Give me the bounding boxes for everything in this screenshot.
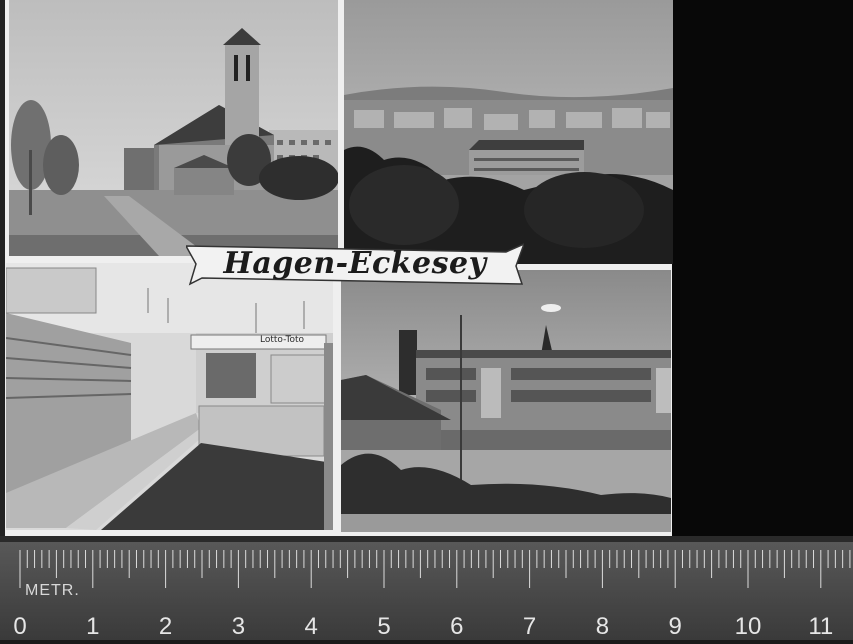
ruler-number: 4 <box>304 613 318 640</box>
photo-church <box>9 0 338 256</box>
ruler-number: 10 <box>734 613 762 640</box>
ruler-graphic <box>0 536 853 640</box>
church-photo-image <box>9 0 338 256</box>
ruler-number: 8 <box>595 613 610 640</box>
banner-title: Hagen-Eckesey <box>223 246 487 281</box>
ruler-number: 9 <box>668 613 682 640</box>
shop-sign-text: Lotto-Toto <box>259 335 305 345</box>
photo-town-panorama <box>344 0 673 264</box>
photo-school-building <box>341 270 671 532</box>
school-photo-image <box>341 270 671 532</box>
ruler-number: 1 <box>86 613 100 640</box>
measuring-ruler <box>0 536 853 640</box>
ruler-unit-label: METR. <box>25 582 80 599</box>
photo-shop-interior <box>6 263 333 530</box>
shop-photo-image <box>6 263 333 530</box>
ruler-number: 11 <box>808 613 834 640</box>
ruler-number: 3 <box>231 613 246 640</box>
ruler-number: 0 <box>13 613 27 640</box>
ruler-number: 5 <box>377 613 391 640</box>
ruler-number: 7 <box>522 613 537 640</box>
town-photo-image <box>344 0 673 264</box>
ruler-number: 6 <box>450 613 464 640</box>
title-banner: Hagen-Eckesey <box>186 240 524 288</box>
scanned-postcard: Lotto-Toto Hagen-Eckesey METR. 0 1 2 3 4… <box>0 0 853 640</box>
ruler-number: 2 <box>158 613 173 640</box>
